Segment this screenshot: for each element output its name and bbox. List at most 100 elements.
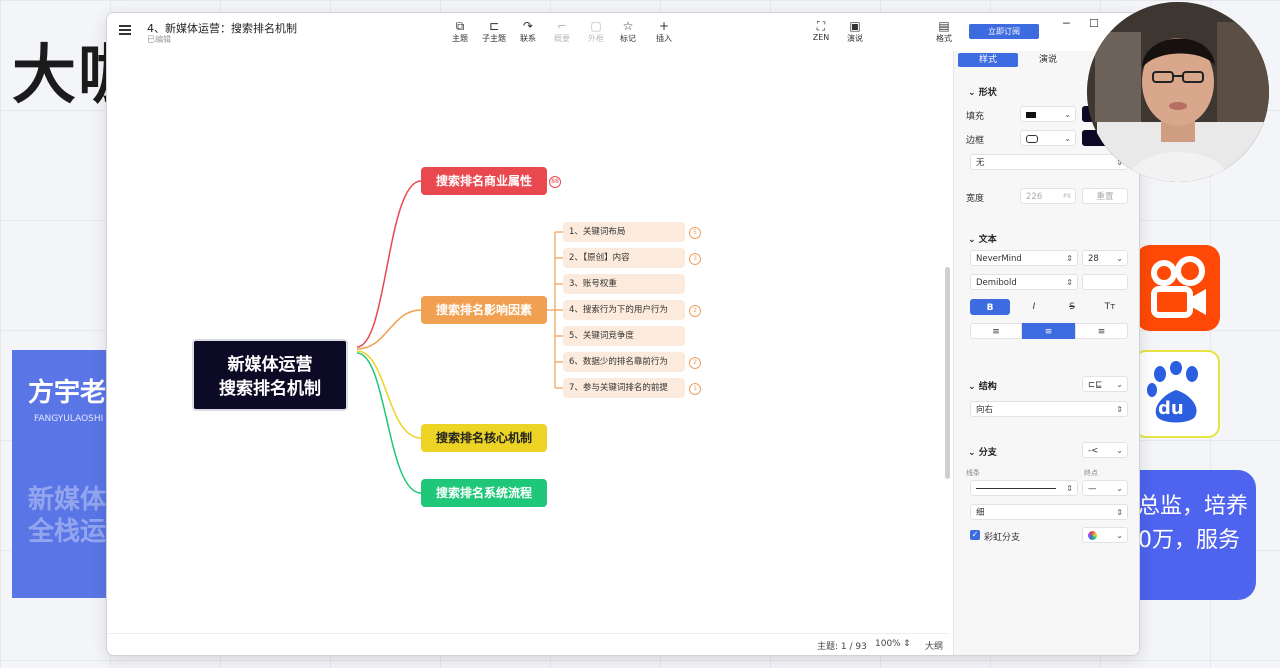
- zen-icon: ⛶: [816, 19, 826, 33]
- zoom-stepper-icon[interactable]: ⇕: [903, 639, 911, 649]
- relationship-icon: ↷: [522, 19, 534, 33]
- subscribe-button[interactable]: 立即订阅: [969, 24, 1039, 39]
- border-line-select[interactable]: 无 ⇕: [970, 154, 1128, 170]
- collapse-badge-commercial[interactable]: 88: [549, 176, 561, 188]
- font-family-select[interactable]: NeverMind ⇕: [970, 250, 1078, 266]
- text-section-title[interactable]: ⌄ 文本: [968, 232, 997, 245]
- subtopic-1-badge[interactable]: 5: [689, 227, 701, 239]
- summary-button[interactable]: ⌐ 概要: [547, 19, 577, 44]
- align-center-button[interactable]: ≡: [1022, 323, 1075, 339]
- shape-section-title[interactable]: ⌄ 形状: [968, 85, 997, 98]
- hamburger-menu-icon[interactable]: [119, 25, 131, 35]
- border-shape-icon: [1026, 135, 1038, 143]
- fill-shape-select[interactable]: ⌄: [1020, 106, 1076, 122]
- mindmap-canvas[interactable]: 新媒体运营 搜索排名机制 搜索排名商业属性 88 搜索排名影响因素 搜索排名核心…: [107, 51, 950, 633]
- structure-type-select[interactable]: ⊏⊑ ⌄: [1082, 376, 1128, 392]
- right-info-line1: 总监，培养: [1138, 494, 1249, 519]
- zoom-level[interactable]: 100%: [875, 639, 901, 649]
- strikethrough-button[interactable]: S: [1052, 299, 1092, 315]
- structure-section-label: 结构: [978, 382, 997, 392]
- structure-section-title[interactable]: ⌄ 结构: [968, 379, 997, 392]
- zen-button[interactable]: ⛶ ZEN: [806, 19, 836, 42]
- format-panel-label: 格式: [936, 34, 952, 43]
- boundary-button[interactable]: ▢ 外框: [581, 19, 611, 44]
- width-label: 宽度: [966, 194, 985, 204]
- structure-direction-select[interactable]: 向右 ⇕: [970, 401, 1128, 417]
- insert-button[interactable]: + 插入: [649, 19, 679, 44]
- branch-core-mechanism[interactable]: 搜索排名核心机制: [421, 424, 547, 452]
- subtopic-6-badge[interactable]: 2: [689, 357, 701, 369]
- right-info-line2: 0万，服务: [1138, 528, 1240, 553]
- maximize-icon[interactable]: ☐: [1089, 17, 1099, 30]
- branch-commercial[interactable]: 搜索排名商业属性: [421, 167, 547, 195]
- align-left-button[interactable]: ≡: [970, 323, 1022, 339]
- align-right-icon: ≡: [1097, 327, 1106, 337]
- fill-label: 填充: [966, 112, 985, 122]
- baidu-text: du: [1158, 398, 1184, 419]
- branch-system-flow[interactable]: 搜索排名系统流程: [421, 479, 547, 507]
- right-info-text: 总监，培养 0万，服务: [1138, 490, 1248, 558]
- subtopic-7[interactable]: 7、参与关键词排名的前提: [563, 378, 685, 398]
- pitch-button[interactable]: ▣ 演说: [840, 19, 870, 44]
- relationship-label: 联系: [520, 34, 536, 43]
- chevron-down-icon: ⌄: [1064, 134, 1071, 143]
- font-weight-select[interactable]: Demibold ⇕: [970, 274, 1078, 290]
- relationship-button[interactable]: ↷ 联系: [513, 19, 543, 44]
- line-style-icon: [976, 488, 1056, 489]
- subtopic-4[interactable]: 4、搜索行为下的用户行为: [563, 300, 685, 320]
- central-topic[interactable]: 新媒体运营 搜索排名机制: [192, 339, 348, 411]
- subtopic-5[interactable]: 5、关键词竞争度: [563, 326, 685, 346]
- subtopic-6[interactable]: 6、数据少的排名靠前行为: [563, 352, 685, 372]
- subtopic-button[interactable]: ⊏ 子主题: [479, 19, 509, 44]
- line-end-icon: —: [1088, 484, 1097, 494]
- summary-icon: ⌐: [556, 19, 568, 33]
- subtopic-7-badge[interactable]: 1: [689, 383, 701, 395]
- text-case-button[interactable]: Tт: [1092, 299, 1128, 315]
- branch-end-select[interactable]: — ⌄: [1082, 480, 1128, 496]
- rainbow-branch-checkbox[interactable]: ✓: [970, 530, 980, 540]
- bold-button[interactable]: B: [970, 299, 1010, 315]
- subtopic-2-badge[interactable]: 3: [689, 253, 701, 265]
- kuaishou-logo: [1136, 245, 1220, 331]
- vertical-scrollbar[interactable]: [945, 267, 950, 479]
- topic-button[interactable]: ⧉ 主题: [445, 19, 475, 44]
- marker-icon: ☆: [622, 19, 634, 33]
- subtopic-4-badge[interactable]: 2: [689, 305, 701, 317]
- align-right-button[interactable]: ≡: [1075, 323, 1128, 339]
- format-panel-toggle[interactable]: ▤ 格式: [933, 19, 955, 44]
- app-window: 4、新媒体运营：搜索排名机制 已编辑 ⧉ 主题 ⊏ 子主题 ↷ 联系 ⌐ 概要 ▢ 外框 …: [106, 12, 1140, 656]
- marker-button[interactable]: ☆ 标记: [613, 19, 643, 44]
- outline-button[interactable]: 大纲: [925, 639, 943, 652]
- branch-thickness-select[interactable]: 细 ⇕: [970, 504, 1128, 520]
- branch-section-label: 分支: [978, 448, 997, 458]
- branch-line-select[interactable]: ⇕: [970, 480, 1078, 496]
- tab-pitch[interactable]: 演说: [1018, 53, 1078, 67]
- chevron-down-icon: ⌄: [1116, 446, 1123, 455]
- italic-button[interactable]: I: [1014, 299, 1054, 315]
- chevron-down-icon: ⌄: [1116, 380, 1123, 389]
- branch-factors[interactable]: 搜索排名影响因素: [421, 296, 547, 324]
- branch-style-icon: -<: [1088, 446, 1099, 456]
- width-value: 226: [1026, 192, 1043, 202]
- end-label: 终点: [1084, 469, 1098, 477]
- text-color-swatch[interactable]: [1082, 274, 1128, 290]
- width-reset-button[interactable]: 重置: [1082, 188, 1128, 204]
- branch-section-title[interactable]: ⌄ 分支: [968, 445, 997, 458]
- width-input[interactable]: 226 PX: [1020, 188, 1076, 204]
- font-size-select[interactable]: 28 ⌄: [1082, 250, 1128, 266]
- topic-icon: ⧉: [455, 19, 465, 33]
- branch-style-select[interactable]: -< ⌄: [1082, 442, 1128, 458]
- stepper-icon: ⇕: [1116, 508, 1123, 517]
- chevron-down-icon: ⌄: [1116, 484, 1123, 493]
- minimize-icon[interactable]: ─: [1063, 17, 1070, 30]
- rainbow-color-select[interactable]: ⌄: [1082, 527, 1128, 543]
- presenter-sub: FANGYULAOSHI: [34, 414, 104, 424]
- tab-style[interactable]: 样式: [958, 53, 1018, 67]
- subtopic-label: 子主题: [482, 34, 506, 43]
- font-weight-value: Demibold: [976, 278, 1017, 288]
- subtopic-1[interactable]: 1、关键词布局: [563, 222, 685, 242]
- border-shape-select[interactable]: ⌄: [1020, 130, 1076, 146]
- subtopic-2[interactable]: 2、【原创】内容: [563, 248, 685, 268]
- subtopic-3[interactable]: 3、账号权重: [563, 274, 685, 294]
- fill-swatch-icon: [1026, 112, 1036, 118]
